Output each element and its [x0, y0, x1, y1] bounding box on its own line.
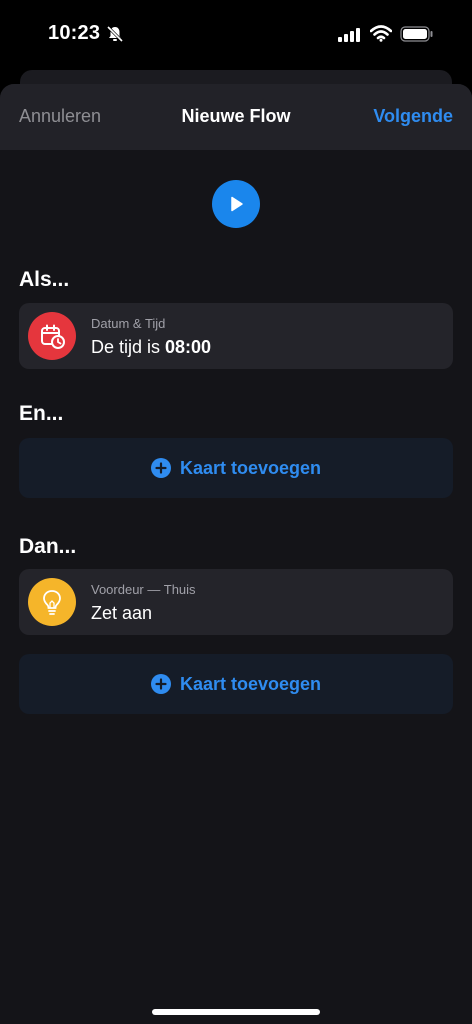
new-flow-sheet: Annuleren Nieuwe Flow Volgende Als... Da… — [0, 84, 472, 1024]
trigger-text-prefix: De tijd is — [91, 337, 166, 357]
then-section-title: Dan... — [19, 535, 77, 558]
add-action-card-button[interactable]: Kaart toevoegen — [19, 654, 453, 714]
play-button[interactable] — [212, 180, 260, 228]
trigger-category: Datum & Tijd — [91, 316, 166, 331]
home-indicator[interactable] — [152, 1009, 320, 1015]
status-bar: 10:23 — [0, 0, 472, 70]
action-text: Zet aan — [91, 603, 153, 623]
plus-circle-icon — [150, 674, 171, 694]
action-card[interactable]: Voordeur — Thuis Zet aan — [19, 569, 453, 635]
add-action-label: Kaart toevoegen — [179, 673, 322, 694]
action-device: Voordeur — Thuis — [91, 582, 196, 597]
trigger-text: De tijd is 08:00 — [91, 337, 211, 358]
next-button[interactable]: Volgende — [373, 106, 453, 127]
calendar-clock-icon — [28, 312, 76, 360]
trigger-time-value: 08:00 — [165, 337, 212, 357]
when-section-title: Als... — [19, 268, 70, 291]
play-icon — [231, 196, 243, 212]
signal-icon — [338, 28, 360, 47]
nav-bar: Annuleren Nieuwe Flow Volgende — [0, 84, 472, 150]
and-section-title: En... — [19, 402, 64, 425]
plus-circle-icon — [150, 458, 171, 478]
lightbulb-icon — [28, 578, 76, 626]
wifi-icon — [369, 25, 393, 47]
status-time: 10:23 — [48, 22, 101, 44]
add-condition-label: Kaart toevoegen — [179, 457, 322, 478]
trigger-card[interactable]: Datum & Tijd De tijd is 08:00 — [19, 303, 453, 369]
silent-bell-icon — [106, 25, 124, 48]
battery-icon — [400, 26, 434, 47]
add-condition-card-button[interactable]: Kaart toevoegen — [19, 438, 453, 498]
